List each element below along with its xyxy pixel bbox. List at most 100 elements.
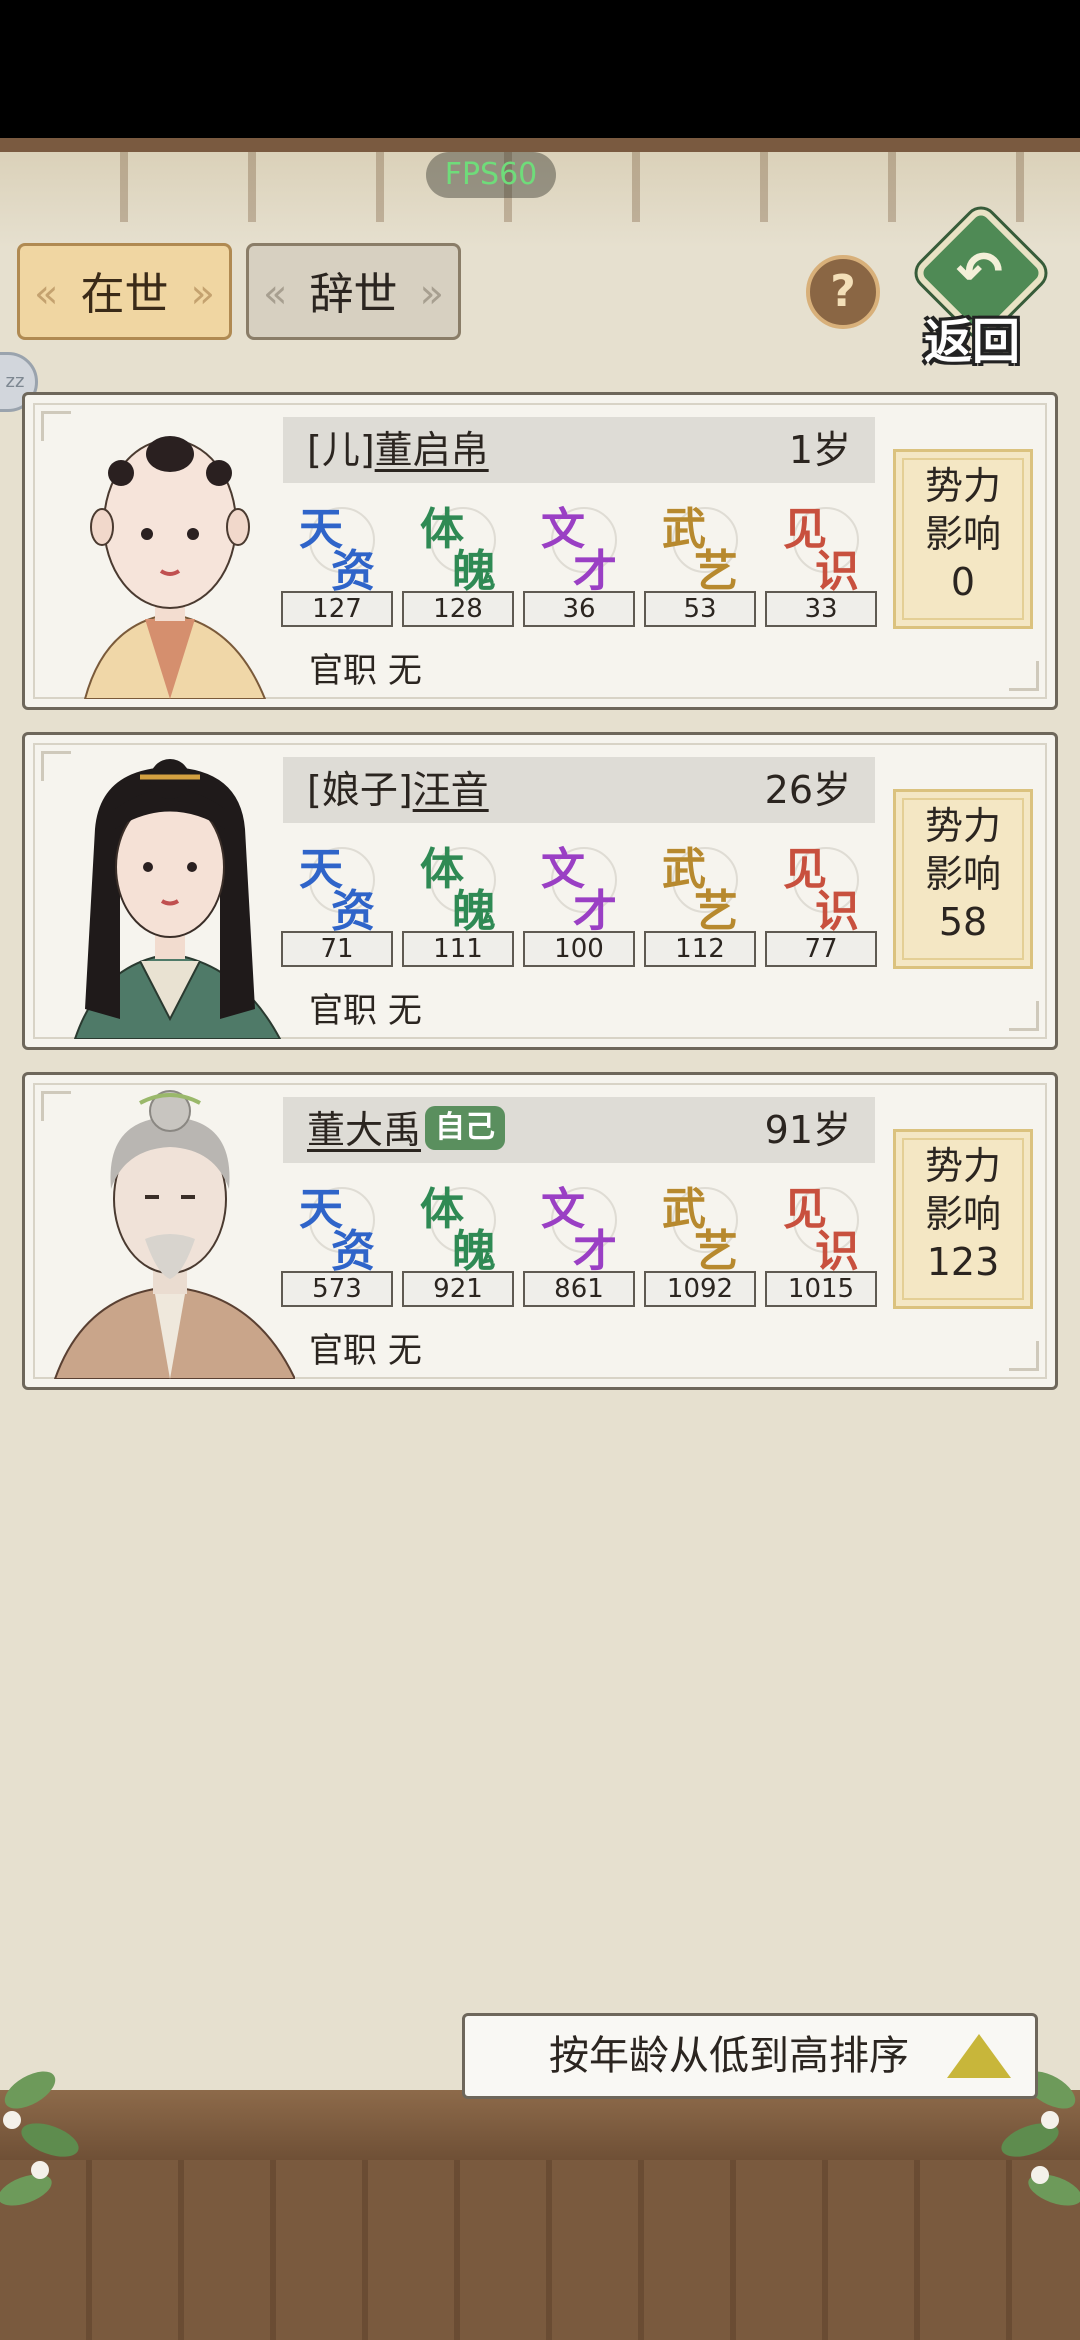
card-corner-ornament xyxy=(1009,1341,1039,1371)
attribute-stats: 天资 573 体魄 921 文才 861 武艺 1092 见识 1015 xyxy=(281,1173,881,1313)
stat-label: 武艺 xyxy=(662,504,738,597)
influence-value: 58 xyxy=(938,900,988,944)
stat-label: 武艺 xyxy=(662,844,738,937)
office-value: 无 xyxy=(387,651,422,691)
stat-talent: 天资 573 xyxy=(281,1173,393,1313)
influence-label-line2: 影响 xyxy=(924,512,1001,556)
stat-value: 573 xyxy=(281,1271,393,1307)
stat-label: 文才 xyxy=(541,1184,617,1277)
office-label: 官职 xyxy=(309,651,377,691)
triangle-up-icon xyxy=(947,2034,1011,2078)
chevron-left-icon: « xyxy=(34,271,59,317)
stat-value: 127 xyxy=(281,591,393,627)
office-label: 官职 xyxy=(309,991,377,1031)
stat-value: 921 xyxy=(402,1271,514,1307)
influence-box: 势力 影响 0 xyxy=(893,449,1033,629)
stat-label: 体魄 xyxy=(420,504,496,597)
stat-talent: 天资 127 xyxy=(281,493,393,633)
card-corner-ornament xyxy=(1009,661,1039,691)
stat-label: 文才 xyxy=(541,504,617,597)
member-name-link[interactable]: 汪音 xyxy=(413,768,489,812)
stat-label: 天资 xyxy=(299,504,375,597)
stat-label: 见识 xyxy=(783,1184,859,1277)
office-value: 无 xyxy=(387,1331,422,1371)
influence-value: 0 xyxy=(950,560,976,604)
return-arrow-icon: ↶ xyxy=(956,240,1003,305)
stat-label: 见识 xyxy=(783,844,859,937)
office-value: 无 xyxy=(387,991,422,1031)
stat-value: 128 xyxy=(402,591,514,627)
stat-literary: 文才 100 xyxy=(523,833,635,973)
stat-martial: 武艺 112 xyxy=(644,833,756,973)
stat-knowledge: 见识 33 xyxy=(765,493,877,633)
stat-value: 1015 xyxy=(765,1271,877,1307)
member-name-bar: [娘子]汪音 26岁 xyxy=(283,757,875,823)
stat-talent: 天资 71 xyxy=(281,833,393,973)
stat-label: 见识 xyxy=(783,504,859,597)
stat-label: 文才 xyxy=(541,844,617,937)
influence-label-line1: 势力 xyxy=(924,1144,1001,1188)
family-member-card[interactable]: [娘子]汪音 26岁 天资 71 体魄 111 文才 100 武艺 112 见识 77 官… xyxy=(22,732,1058,1050)
stat-physique: 体魄 921 xyxy=(402,1173,514,1313)
attribute-stats: 天资 127 体魄 128 文才 36 武艺 53 见识 33 xyxy=(281,493,881,633)
member-portrait-wife xyxy=(45,749,295,1039)
stat-physique: 体魄 111 xyxy=(402,833,514,973)
office-label: 官职 xyxy=(309,1331,377,1371)
stat-value: 53 xyxy=(644,591,756,627)
tab-deceased[interactable]: « 辞世 » xyxy=(246,243,461,340)
chevron-right-icon: » xyxy=(190,271,215,317)
stat-value: 36 xyxy=(523,591,635,627)
stat-knowledge: 见识 1015 xyxy=(765,1173,877,1313)
stat-value: 861 xyxy=(523,1271,635,1307)
fps-counter: FPS60 xyxy=(426,152,556,198)
tab-alive[interactable]: « 在世 » xyxy=(17,243,232,340)
sort-by-age-button[interactable]: 按年龄从低到高排序 xyxy=(462,2013,1038,2099)
family-member-card[interactable]: [儿]董启帛 1岁 天资 127 体魄 128 文才 36 武艺 53 见识 33 官职 … xyxy=(22,392,1058,710)
plant-decoration-left xyxy=(0,2071,79,2206)
stat-value: 77 xyxy=(765,931,877,967)
stat-martial: 武艺 53 xyxy=(644,493,756,633)
influence-label-line1: 势力 xyxy=(924,804,1001,848)
relation-prefix: [娘子] xyxy=(307,768,413,812)
influence-label-line1: 势力 xyxy=(924,464,1001,508)
influence-box: 势力 影响 58 xyxy=(893,789,1033,969)
tab-alive-label: 在世 xyxy=(80,269,169,320)
stat-value: 112 xyxy=(644,931,756,967)
member-name-link[interactable]: 董启帛 xyxy=(375,428,489,472)
office-line: 官职 无 xyxy=(309,983,422,1032)
stat-label: 武艺 xyxy=(662,1184,738,1277)
member-name-link[interactable]: 董大禹 xyxy=(307,1108,421,1152)
influence-label-line2: 影响 xyxy=(924,1192,1001,1236)
stat-literary: 文才 861 xyxy=(523,1173,635,1313)
stat-physique: 体魄 128 xyxy=(402,493,514,633)
back-button[interactable]: ↶ 返回 xyxy=(910,203,1060,370)
chevron-right-icon: » xyxy=(419,271,444,317)
card-corner-ornament xyxy=(1009,1001,1039,1031)
office-line: 官职 无 xyxy=(309,643,422,692)
stat-martial: 武艺 1092 xyxy=(644,1173,756,1313)
stat-label: 天资 xyxy=(299,844,375,937)
stat-label: 体魄 xyxy=(420,1184,496,1277)
member-age: 26岁 xyxy=(764,768,851,812)
relation-prefix: [儿] xyxy=(307,428,375,472)
help-button[interactable]: ? xyxy=(806,255,880,329)
self-badge: 自己 xyxy=(425,1106,506,1150)
member-name-bar: [儿]董启帛 1岁 xyxy=(283,417,875,483)
stat-literary: 文才 36 xyxy=(523,493,635,633)
influence-label-line2: 影响 xyxy=(924,852,1001,896)
member-age: 1岁 xyxy=(788,428,851,472)
status-bar xyxy=(0,0,1080,138)
stat-value: 100 xyxy=(523,931,635,967)
sort-label: 按年龄从低到高排序 xyxy=(549,2033,909,2079)
family-member-card[interactable]: 董大禹 自己 91岁 天资 573 体魄 921 文才 861 武艺 1092 见识 101… xyxy=(22,1072,1058,1390)
back-button-label: 返回 xyxy=(924,314,1021,370)
stat-value: 71 xyxy=(281,931,393,967)
tab-deceased-label: 辞世 xyxy=(309,269,398,320)
stat-label: 天资 xyxy=(299,1184,375,1277)
attribute-stats: 天资 71 体魄 111 文才 100 武艺 112 见识 77 xyxy=(281,833,881,973)
influence-box: 势力 影响 123 xyxy=(893,1129,1033,1309)
stat-value: 33 xyxy=(765,591,877,627)
stat-label: 体魄 xyxy=(420,844,496,937)
bottom-wooden-frame xyxy=(0,2090,1080,2340)
influence-value: 123 xyxy=(926,1240,1000,1284)
